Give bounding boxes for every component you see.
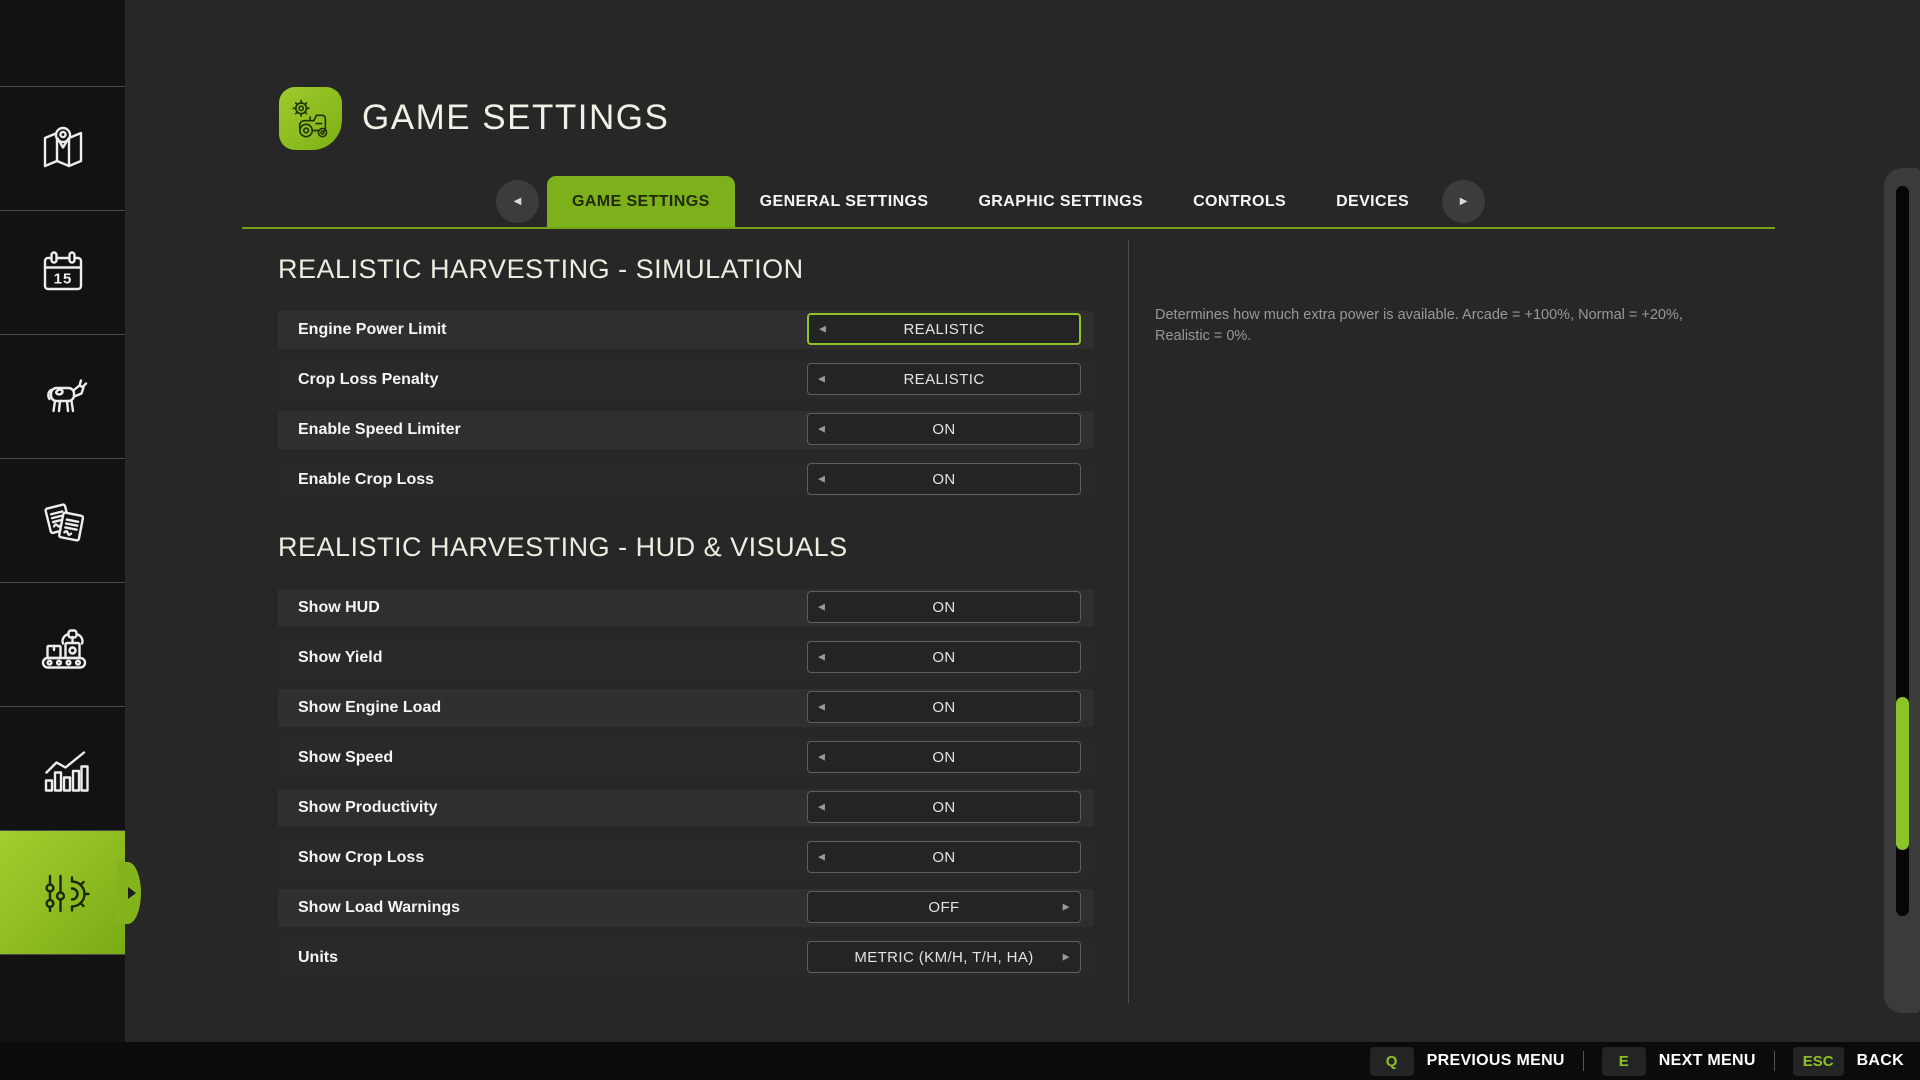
prev-tab-button[interactable]: ◀ xyxy=(496,180,539,223)
stepper-left-arrow-icon[interactable]: ◀ xyxy=(818,802,825,813)
key-badge-q: Q xyxy=(1370,1047,1414,1076)
section-title: REALISTIC HARVESTING - HUD & VISUALS xyxy=(278,532,1094,563)
setting-value-stepper[interactable]: ◀ ON xyxy=(807,741,1081,773)
sidebar-item-production[interactable] xyxy=(0,582,125,706)
setting-row: Show Speed◀ON xyxy=(278,739,1094,777)
setting-value-stepper[interactable]: ◀ REALISTIC xyxy=(807,363,1081,395)
cow-icon xyxy=(35,369,91,425)
setting-value: ON xyxy=(932,699,955,716)
next-tab-button[interactable]: ▶ xyxy=(1442,180,1485,223)
stepper-left-arrow-icon[interactable]: ◀ xyxy=(818,652,825,663)
setting-row: Crop Loss Penalty◀REALISTIC xyxy=(278,361,1094,399)
setting-row: Show Yield◀ON xyxy=(278,639,1094,677)
sidebar-divider xyxy=(0,954,125,955)
setting-value-stepper[interactable]: ◀ ON xyxy=(807,413,1081,445)
page-icon-badge xyxy=(279,87,342,150)
setting-value-stepper[interactable]: OFF ▶ xyxy=(807,891,1081,923)
shortcut-label[interactable]: PREVIOUS MENU xyxy=(1427,1052,1565,1070)
tab-bar: ◀GAME SETTINGSGENERAL SETTINGSGRAPHIC SE… xyxy=(488,176,1493,227)
active-item-arrow-icon xyxy=(128,887,136,899)
settings-list: REALISTIC HARVESTING - SIMULATIONEngine … xyxy=(278,240,1094,989)
setting-value-stepper[interactable]: ◀ ON xyxy=(807,791,1081,823)
shortcut-label[interactable]: NEXT MENU xyxy=(1659,1052,1756,1070)
stepper-right-arrow-icon[interactable]: ▶ xyxy=(1063,952,1070,963)
tab-devices[interactable]: DEVICES xyxy=(1311,176,1434,227)
setting-row: Show Load WarningsOFF▶ xyxy=(278,889,1094,927)
settings-gear-icon xyxy=(35,865,91,921)
tab-game-settings[interactable]: GAME SETTINGS xyxy=(547,176,735,227)
setting-value: ON xyxy=(932,599,955,616)
setting-value-stepper[interactable]: METRIC (KM/H, T/H, HA) ▶ xyxy=(807,941,1081,973)
statistics-icon xyxy=(35,741,91,797)
stepper-left-arrow-icon[interactable]: ◀ xyxy=(818,374,825,385)
map-icon xyxy=(35,121,91,177)
setting-value-stepper[interactable]: ◀ ON xyxy=(807,591,1081,623)
sidebar: 15 xyxy=(0,0,125,1080)
setting-value-stepper[interactable]: ◀ ON xyxy=(807,463,1081,495)
setting-row: Engine Power Limit◀REALISTIC xyxy=(278,311,1094,349)
tab-general-settings[interactable]: GENERAL SETTINGS xyxy=(735,176,954,227)
tractor-gear-icon xyxy=(288,96,334,142)
tab-underline xyxy=(242,227,1775,229)
setting-row: Show Crop Loss◀ON xyxy=(278,839,1094,877)
game-settings-screen: 97 FPS 15 xyxy=(0,0,1920,1080)
contracts-icon xyxy=(35,493,91,549)
key-badge-esc: ESC xyxy=(1793,1047,1844,1076)
production-icon xyxy=(35,617,91,673)
setting-row: Show Productivity◀ON xyxy=(278,789,1094,827)
stepper-left-arrow-icon[interactable]: ◀ xyxy=(819,324,826,335)
setting-description: Determines how much extra power is avail… xyxy=(1155,305,1710,347)
calendar-icon: 15 xyxy=(35,245,91,301)
setting-value: OFF xyxy=(928,899,959,916)
setting-value: ON xyxy=(932,649,955,666)
tab-controls[interactable]: CONTROLS xyxy=(1168,176,1311,227)
section-title: REALISTIC HARVESTING - SIMULATION xyxy=(278,254,1094,285)
setting-row: Show HUD◀ON xyxy=(278,589,1094,627)
shortcut-divider xyxy=(1583,1051,1584,1071)
scrollbar-thumb[interactable] xyxy=(1896,697,1909,850)
stepper-left-arrow-icon[interactable]: ◀ xyxy=(818,602,825,613)
panel-divider xyxy=(1128,240,1129,1003)
setting-value: ON xyxy=(932,799,955,816)
setting-value-stepper[interactable]: ◀ REALISTIC xyxy=(807,313,1081,345)
key-badge-e: E xyxy=(1602,1047,1646,1076)
stepper-left-arrow-icon[interactable]: ◀ xyxy=(818,852,825,863)
scrollbar-track[interactable] xyxy=(1896,186,1909,916)
stepper-right-arrow-icon[interactable]: ▶ xyxy=(1063,902,1070,913)
sidebar-item-calendar[interactable]: 15 xyxy=(0,210,125,334)
shortcut-divider xyxy=(1774,1051,1775,1071)
setting-row: Enable Speed Limiter◀ON xyxy=(278,411,1094,449)
scrollbar xyxy=(1884,168,1920,1013)
stepper-left-arrow-icon[interactable]: ◀ xyxy=(818,702,825,713)
setting-row: Show Engine Load◀ON xyxy=(278,689,1094,727)
sidebar-item-animals[interactable] xyxy=(0,334,125,458)
setting-value: ON xyxy=(932,849,955,866)
sidebar-item-settings[interactable] xyxy=(0,830,125,954)
setting-value: ON xyxy=(932,749,955,766)
setting-value-stepper[interactable]: ◀ ON xyxy=(807,641,1081,673)
setting-value: ON xyxy=(932,471,955,488)
setting-row: UnitsMETRIC (KM/H, T/H, HA)▶ xyxy=(278,939,1094,977)
svg-text:15: 15 xyxy=(53,270,72,287)
stepper-left-arrow-icon[interactable]: ◀ xyxy=(818,424,825,435)
page-title: GAME SETTINGS xyxy=(362,98,669,138)
setting-value: ON xyxy=(932,421,955,438)
setting-value: METRIC (KM/H, T/H, HA) xyxy=(854,949,1033,966)
tab-graphic-settings[interactable]: GRAPHIC SETTINGS xyxy=(953,176,1168,227)
stepper-left-arrow-icon[interactable]: ◀ xyxy=(818,752,825,763)
shortcut-bar: Q PREVIOUS MENU E NEXT MENU ESC BACK xyxy=(0,1042,1920,1080)
setting-value-stepper[interactable]: ◀ ON xyxy=(807,841,1081,873)
stepper-left-arrow-icon[interactable]: ◀ xyxy=(818,474,825,485)
setting-value: REALISTIC xyxy=(903,321,984,338)
sidebar-item-contracts[interactable] xyxy=(0,458,125,582)
setting-value-stepper[interactable]: ◀ ON xyxy=(807,691,1081,723)
sidebar-item-map[interactable] xyxy=(0,86,125,210)
setting-row: Enable Crop Loss◀ON xyxy=(278,461,1094,499)
sidebar-item-statistics[interactable] xyxy=(0,706,125,830)
shortcut-label[interactable]: BACK xyxy=(1857,1052,1904,1070)
setting-value: REALISTIC xyxy=(903,371,984,388)
